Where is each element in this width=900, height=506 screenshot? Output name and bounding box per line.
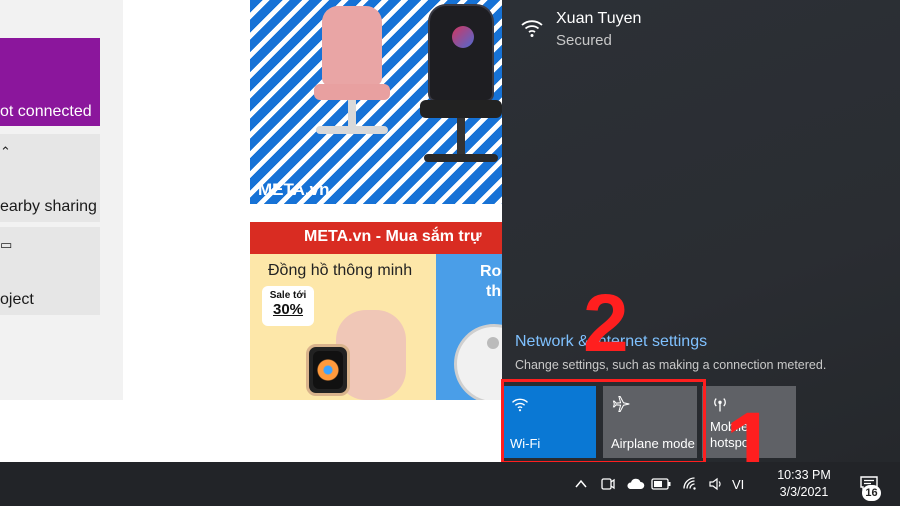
meet-now-button[interactable] xyxy=(597,462,619,506)
onedrive-button[interactable] xyxy=(623,462,647,506)
ad-banner-text: META.vn - Mua sắm trự xyxy=(304,228,482,245)
chevron-up-icon xyxy=(575,479,587,488)
clock-date: 3/3/2021 xyxy=(779,485,829,499)
taskbar: VI 10:33 PM 3/3/2021 xyxy=(0,462,900,506)
meet-now-icon xyxy=(601,478,615,490)
nearby-sharing-icon: ⌃ xyxy=(0,144,11,159)
ad-smartwatch[interactable]: Đồng hồ thông minh Sale tới 30% xyxy=(250,254,436,400)
annotation-box-quick-actions xyxy=(501,379,706,464)
network-settings-description: Change settings, such as making a connec… xyxy=(515,358,827,372)
robot-title-line1: Ro xyxy=(480,263,502,280)
project-label: oject xyxy=(0,291,34,308)
wifi-icon xyxy=(521,20,543,37)
robot-title-line2: th xyxy=(486,283,502,300)
clock-time: 10:33 PM xyxy=(777,468,831,482)
ad-banner[interactable]: META.vn - Mua sắm trự xyxy=(250,222,502,254)
ad-robot-vacuum[interactable]: Ro th xyxy=(436,254,502,400)
wifi-icon xyxy=(683,477,696,490)
network-status-label: ot connected xyxy=(0,103,92,120)
sale-badge-line2: 30% xyxy=(272,301,304,318)
sale-badge-line1: Sale tới xyxy=(269,290,307,301)
wifi-network-status: Secured xyxy=(556,32,612,49)
wifi-network-name: Xuan Tuyen xyxy=(556,10,642,27)
input-language-button[interactable]: VI xyxy=(732,462,758,506)
screen: ot connected ⌃ earby sharing ▭ oject MET… xyxy=(0,0,900,506)
input-language-label: VI xyxy=(732,476,745,492)
clock-button[interactable]: 10:33 PM 3/3/2021 xyxy=(770,467,838,501)
settings-panel: ot connected ⌃ earby sharing ▭ oject xyxy=(0,0,123,400)
project-tile[interactable]: ▭ oject xyxy=(0,227,100,315)
battery-icon xyxy=(651,478,671,490)
speaker-icon xyxy=(709,477,721,491)
meta-logo: META.vn xyxy=(258,180,330,199)
smartwatch-title: Đồng hồ thông minh xyxy=(268,262,413,279)
volume-button[interactable] xyxy=(706,462,726,506)
notification-count-badge: 16 xyxy=(862,485,881,501)
ad-gaming-chairs[interactable]: META.vn xyxy=(250,0,502,204)
watch-image xyxy=(306,344,350,396)
battery-button[interactable] xyxy=(650,462,672,506)
show-hidden-icons-button[interactable] xyxy=(570,462,592,506)
annotation-step-2: 2 xyxy=(583,278,629,369)
network-tray-button[interactable] xyxy=(675,462,705,506)
network-status-tile[interactable]: ot connected xyxy=(0,38,100,126)
nearby-sharing-tile[interactable]: ⌃ earby sharing xyxy=(0,134,100,222)
sale-badge: Sale tới 30% xyxy=(262,286,314,326)
cloud-icon xyxy=(627,478,645,489)
robot-vacuum-image xyxy=(454,324,502,400)
project-icon: ▭ xyxy=(0,237,13,252)
nearby-sharing-label: earby sharing xyxy=(0,198,97,215)
